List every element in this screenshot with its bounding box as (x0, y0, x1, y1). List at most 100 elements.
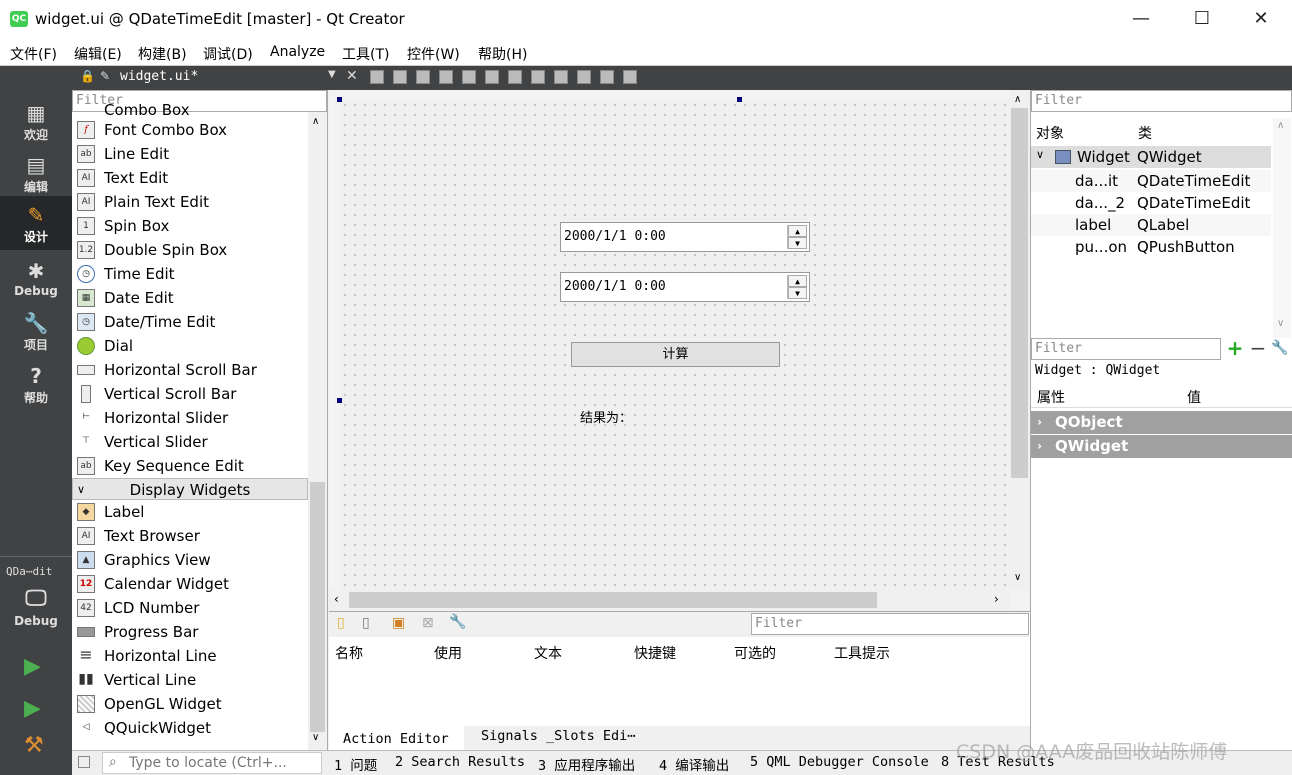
layout-v-splitter-icon[interactable] (531, 70, 545, 84)
edit-signals-icon[interactable] (393, 70, 407, 84)
column-used[interactable]: 使用 (434, 643, 462, 663)
scrollbar-thumb[interactable] (1011, 108, 1028, 478)
build-hammer-icon[interactable]: ⚒ (24, 733, 44, 758)
layout-form-icon[interactable] (554, 70, 568, 84)
spin-up-icon[interactable]: ▲ (788, 225, 807, 237)
tab-action-editor[interactable]: Action Editor (329, 726, 464, 750)
datetime-edit-1[interactable]: 2000/1/1 0:00 ▲ ▼ (560, 222, 810, 252)
chevron-down-icon[interactable]: ∨ (1036, 148, 1044, 161)
spin-down-icon[interactable]: ▼ (788, 237, 807, 249)
adjust-size-icon[interactable] (623, 70, 637, 84)
spin-down-icon[interactable]: ▼ (788, 287, 807, 299)
widget-item-label[interactable]: ◆ Label (72, 500, 308, 524)
menu-file[interactable]: 文件(F) (10, 44, 57, 64)
canvas-vertical-scrollbar[interactable]: ∧ ∨ (1010, 90, 1029, 590)
debug-run-icon[interactable]: ▶ (24, 696, 41, 721)
widget-item-vertical-scroll-bar[interactable]: Vertical Scroll Bar (72, 382, 308, 406)
scrollbar-thumb[interactable] (349, 592, 877, 608)
configure-icon[interactable]: 🔧 (449, 614, 466, 630)
menu-analyze[interactable]: Analyze (270, 44, 325, 60)
inspector-scrollbar[interactable]: ∧ ∨ (1273, 118, 1291, 338)
menu-build[interactable]: 构建(B) (138, 44, 187, 64)
layout-h-splitter-icon[interactable] (508, 70, 522, 84)
new-action-icon[interactable]: ▯ (337, 615, 345, 631)
chevron-down-icon[interactable]: ▼ (328, 69, 336, 80)
selection-handle[interactable] (337, 97, 342, 102)
run-icon[interactable]: ▶ (24, 654, 41, 679)
copy-action-icon[interactable]: ▯ (362, 615, 370, 631)
object-filter-input[interactable]: Filter (1031, 90, 1292, 112)
column-tooltip[interactable]: 工具提示 (834, 643, 890, 663)
column-name[interactable]: 名称 (335, 643, 363, 663)
mode-help[interactable]: ? 帮助 (0, 363, 72, 415)
mode-welcome[interactable]: ▦ 欢迎 (0, 100, 72, 152)
widget-item-qquickwidget[interactable]: ◁ QQuickWidget (72, 716, 308, 740)
menu-tools[interactable]: 工具(T) (342, 44, 389, 64)
datetime-edit-2-spinner[interactable]: ▲ ▼ (787, 275, 807, 299)
widget-item-opengl-widget[interactable]: OpenGL Widget (72, 692, 308, 716)
menu-edit[interactable]: 编辑(E) (74, 44, 122, 64)
column-property[interactable]: 属性 (1037, 387, 1065, 407)
tree-row-widget[interactable]: ∨ Widget QWidget (1031, 146, 1271, 168)
edit-widgets-icon[interactable] (370, 70, 384, 84)
mode-design[interactable]: ✎ 设计 (0, 196, 72, 250)
column-text[interactable]: 文本 (534, 643, 562, 663)
widgetbox-scrollbar[interactable]: ∧ ∨ (308, 112, 327, 750)
widget-item-key-sequence-edit[interactable]: ab Key Sequence Edit (72, 454, 308, 478)
canvas-horizontal-scrollbar[interactable]: ‹ › (329, 590, 1010, 610)
column-checkable[interactable]: 可选的 (734, 643, 776, 663)
datetime-edit-2[interactable]: 2000/1/1 0:00 ▲ ▼ (560, 272, 810, 302)
chevron-up-icon[interactable]: ∧ (1014, 94, 1021, 105)
menu-debug[interactable]: 调试(D) (203, 44, 253, 64)
chevron-down-icon[interactable]: ∨ (1014, 572, 1021, 583)
edit-buddies-icon[interactable] (416, 70, 430, 84)
chevron-right-icon[interactable]: › (994, 592, 999, 606)
column-class[interactable]: 类 (1138, 123, 1152, 143)
tree-row[interactable]: pu...on QPushButton (1031, 236, 1271, 258)
mode-debug[interactable]: ✱ Debug (0, 258, 72, 310)
widget-item-double-spin-box[interactable]: 1.2 Double Spin Box (72, 238, 308, 262)
property-filter-input[interactable]: Filter (1031, 338, 1221, 360)
delete-action-icon[interactable]: ⊠ (422, 615, 434, 631)
edit-tab-order-icon[interactable] (439, 70, 453, 84)
widget-item-time-edit[interactable]: ◷ Time Edit (72, 262, 308, 286)
minimize-button[interactable]: — (1118, 0, 1164, 38)
output-pane-qml-debugger-console[interactable]: 5 QML Debugger Console (750, 754, 929, 770)
chevron-left-icon[interactable]: ‹ (334, 592, 339, 606)
widget-item-calendar-widget[interactable]: 12 Calendar Widget (72, 572, 308, 596)
locator-input[interactable]: ⌕ Type to locate (Ctrl+... (102, 752, 322, 774)
widget-item-combo-box[interactable]: Combo Box (72, 104, 308, 118)
property-group-qobject[interactable]: › QObject (1031, 411, 1292, 434)
close-document-icon[interactable]: ✕ (346, 68, 358, 84)
property-group-qwidget[interactable]: › QWidget (1031, 435, 1292, 458)
widget-item-lcd-number[interactable]: 42 LCD Number (72, 596, 308, 620)
column-shortcut[interactable]: 快捷键 (634, 643, 676, 663)
widget-item-horizontal-scroll-bar[interactable]: Horizontal Scroll Bar (72, 358, 308, 382)
widget-item-graphics-view[interactable]: ▲ Graphics View (72, 548, 308, 572)
widget-item-datetime-edit[interactable]: ◷ Date/Time Edit (72, 310, 308, 334)
widget-item-text-edit[interactable]: AI Text Edit (72, 166, 308, 190)
add-property-icon[interactable]: + (1224, 338, 1246, 360)
widget-item-vertical-slider[interactable]: ⊤ Vertical Slider (72, 430, 308, 454)
output-pane-compile-output[interactable]: 4 编译输出 (659, 754, 729, 774)
tab-signals-slots[interactable]: Signals _Slots Edi⋯ (481, 728, 635, 744)
widget-item-dial[interactable]: Dial (72, 334, 308, 358)
category-display-widgets[interactable]: ∨ Display Widgets (72, 478, 308, 500)
paste-action-icon[interactable]: ▣ (392, 615, 405, 631)
chevron-up-icon[interactable]: ∧ (312, 116, 319, 127)
widget-item-date-edit[interactable]: ▦ Date Edit (72, 286, 308, 310)
calculate-button[interactable]: 计算 (571, 342, 780, 367)
output-pane-application-output[interactable]: 3 应用程序输出 (538, 754, 635, 774)
widget-item-horizontal-line[interactable]: ≡ Horizontal Line (72, 644, 308, 668)
kit-selector[interactable]: 🖵 Debug (0, 584, 72, 628)
layout-horizontal-icon[interactable] (462, 70, 476, 84)
configure-icon[interactable]: 🔧 (1271, 340, 1288, 356)
layout-grid-icon[interactable] (577, 70, 591, 84)
tree-row[interactable]: label QLabel (1031, 214, 1271, 236)
widget-item-text-browser[interactable]: AI Text Browser (72, 524, 308, 548)
action-filter-input[interactable]: Filter (751, 613, 1029, 635)
chevron-down-icon[interactable]: ∨ (312, 732, 319, 743)
output-pane-issues[interactable]: 1 问题 (334, 754, 377, 774)
menu-help[interactable]: 帮助(H) (478, 44, 527, 64)
remove-property-icon[interactable]: − (1247, 338, 1269, 360)
